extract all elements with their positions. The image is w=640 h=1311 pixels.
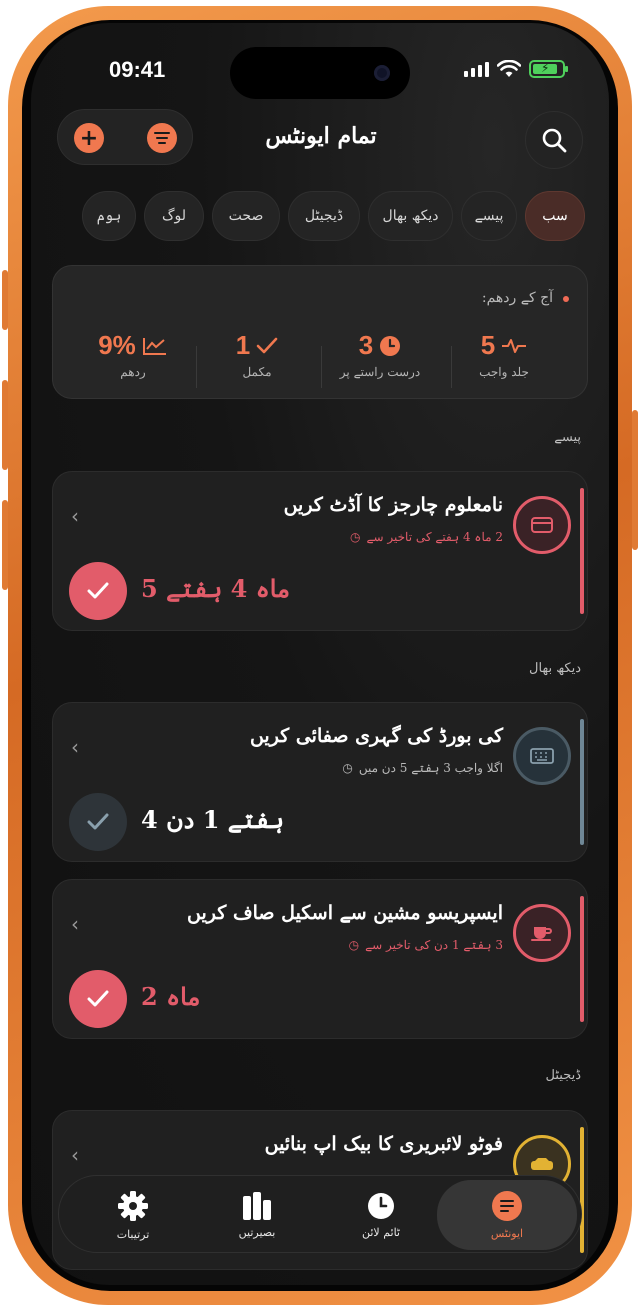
card-accent (580, 719, 584, 845)
filter-icon (154, 132, 170, 144)
volume-down-button (2, 500, 8, 590)
chip-money[interactable]: پیسے (461, 191, 517, 241)
clock-icon: ◷ (350, 530, 361, 544)
chevron-left-icon: ‹ (71, 912, 79, 936)
clock-icon (368, 1192, 394, 1219)
wifi-icon (497, 60, 521, 77)
volume-up-button (2, 380, 8, 470)
card-accent (580, 896, 584, 1022)
chip-health[interactable]: صحت (212, 191, 280, 241)
stat-rhythm: 9% ردھم (73, 330, 193, 379)
tab-events[interactable]: ایونٹس (437, 1180, 577, 1250)
chevron-left-icon: ‹ (71, 504, 79, 528)
header-actions: + (57, 109, 193, 165)
dynamic-island (230, 47, 410, 99)
event-subtitle: 3 ہفتے 1 دن کی تاخیر سے ◷ (348, 938, 503, 952)
check-icon (87, 813, 109, 830)
elapsed-value: 5 ماہ 4 ہفتے (141, 574, 290, 603)
stat-completed: 1 مکمل (197, 330, 317, 379)
card-accent (580, 488, 584, 614)
complete-toggle[interactable] (69, 970, 127, 1028)
coffee-icon (513, 904, 571, 962)
chevron-left-icon: ‹ (71, 735, 79, 759)
stat-on-track: 3 درست راستے پر (339, 330, 421, 379)
complete-toggle[interactable] (69, 562, 127, 620)
screen: 09:41 ⚡ + تمام ایونٹس سب پیسے دیکھ بھال … (31, 23, 609, 1285)
event-card[interactable]: ‹ ایسپریسو مشین سے اسکیل صاف کریں 3 ہفتے… (52, 879, 588, 1039)
rhythm-title: آج کے ردھم: (481, 290, 553, 306)
section-label-digital: ڈیجیٹل (545, 1068, 582, 1083)
status-time: 09:41 (109, 57, 166, 82)
chip-all[interactable]: سب (525, 191, 585, 241)
elapsed-value: 4 ہفتے 1 دن (141, 805, 285, 834)
clock-icon: ◷ (342, 761, 353, 775)
event-card[interactable]: ‹ نامعلوم چارجز کا آڈٹ کریں 2 ماہ 4 ہفتے… (52, 471, 588, 631)
tab-insights[interactable]: بصیرتیں (197, 1176, 317, 1254)
chart-icon (142, 337, 166, 355)
page-title: تمام ایونٹس (265, 123, 377, 149)
pulse-icon (502, 338, 527, 353)
complete-toggle[interactable] (69, 793, 127, 851)
chip-digital[interactable]: ڈیجیٹل (288, 191, 360, 241)
section-label-money: پیسے (554, 430, 581, 445)
search-icon (542, 128, 567, 153)
tab-bar: ایونٹس ٹائم لائن بصیرتیں ترتیبات (58, 1175, 582, 1253)
card-accent (580, 1127, 584, 1253)
check-icon (256, 337, 278, 353)
event-title: ایسپریسو مشین سے اسکیل صاف کریں (187, 902, 503, 924)
keyboard-icon (513, 727, 571, 785)
battery-icon: ⚡ (529, 60, 568, 78)
filter-button[interactable] (147, 123, 177, 153)
event-subtitle: اگلا واجب 3 ہفتے 5 دن میں ◷ (342, 761, 503, 775)
tab-settings[interactable]: ترتیبات (73, 1176, 193, 1254)
bars-icon (243, 1191, 271, 1220)
chevron-left-icon: ‹ (71, 1143, 79, 1167)
camera-icon (374, 65, 390, 81)
chip-home[interactable]: ہوم (82, 191, 136, 241)
action-button (2, 270, 8, 330)
event-title: فوٹو لائبریری کا بیک اپ بنائیں (264, 1133, 503, 1155)
power-button (632, 410, 638, 550)
event-title: کی بورڈ کی گہری صفائی کریں (249, 725, 503, 747)
list-icon (492, 1190, 522, 1221)
clock-icon (380, 335, 401, 356)
tab-timeline[interactable]: ٹائم لائن (321, 1176, 441, 1254)
elapsed-value: 2 ماہ (141, 982, 201, 1011)
status-dot (563, 296, 569, 302)
event-card[interactable]: ‹ کی بورڈ کی گہری صفائی کریں اگلا واجب 3… (52, 702, 588, 862)
check-icon (87, 582, 109, 599)
add-button[interactable]: + (74, 123, 104, 153)
rhythm-card: آج کے ردھم: 5 جلد واجب 3 درست راستے پر 1… (52, 265, 588, 399)
chip-people[interactable]: لوگ (144, 191, 204, 241)
event-subtitle: 2 ماہ 4 ہفتے کی تاخیر سے ◷ (350, 530, 503, 544)
event-title: نامعلوم چارجز کا آڈٹ کریں (283, 494, 503, 516)
search-button[interactable] (525, 111, 583, 169)
chip-maintenance[interactable]: دیکھ بھال (368, 191, 453, 241)
gear-icon (118, 1190, 148, 1221)
section-label-maintenance: دیکھ بھال (529, 661, 581, 676)
check-icon (87, 990, 109, 1007)
status-icons: ⚡ (464, 60, 568, 78)
signal-icon (464, 61, 489, 77)
clock-icon: ◷ (348, 938, 360, 952)
stat-due-soon: 5 جلد واجب (479, 330, 529, 379)
card-icon (513, 496, 571, 554)
